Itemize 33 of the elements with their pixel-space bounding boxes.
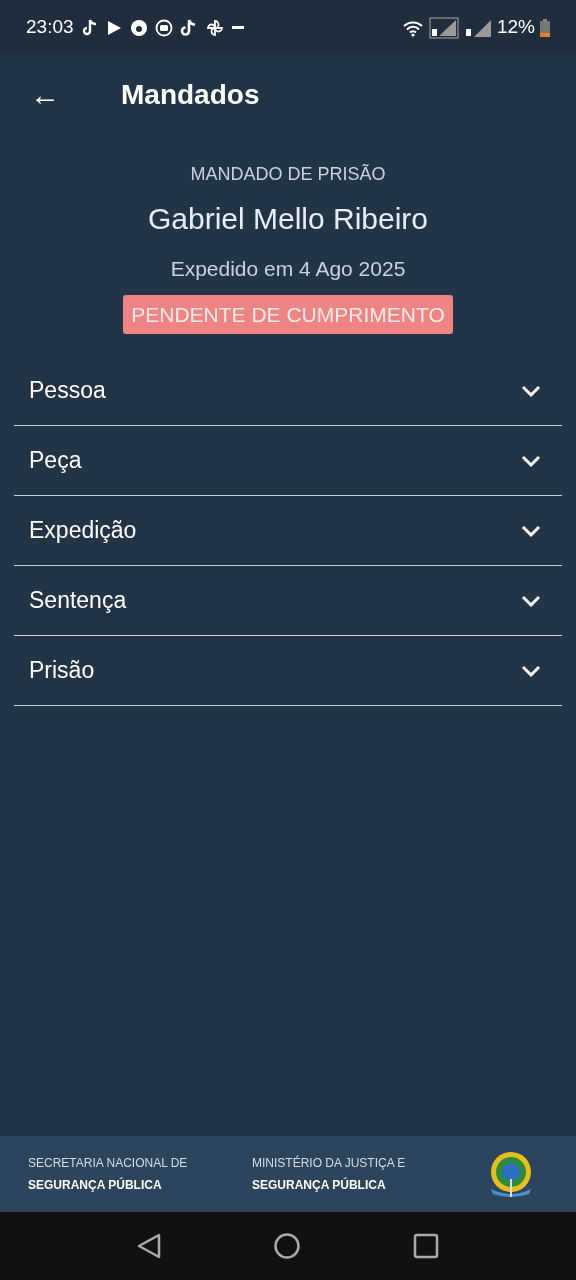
status-time: 23:03 <box>26 15 74 40</box>
issue-date: Expedido em 4 Ago 2025 <box>170 256 406 282</box>
accordion-section[interactable]: Pessoa <box>14 356 562 426</box>
signal-icon <box>428 16 459 39</box>
person-name: Gabriel Mello Ribeiro <box>147 201 429 237</box>
accordion-section[interactable]: Expedição <box>14 496 562 566</box>
app-notification-icon <box>154 18 173 37</box>
footer-text: MINISTÉRIO DA JUSTIÇA E <box>252 1154 407 1172</box>
chevron-down-icon <box>520 593 542 608</box>
home-nav-icon[interactable] <box>273 1232 301 1260</box>
accordion-section[interactable]: Peça <box>14 426 562 496</box>
back-button[interactable]: ← <box>30 80 60 110</box>
screen-title: Mandados <box>121 78 260 112</box>
app-notification-icon <box>129 18 148 37</box>
footer-text: SEGURANÇA PÚBLICA <box>28 1176 163 1194</box>
chevron-down-icon <box>520 663 542 678</box>
chevron-down-icon <box>520 453 542 468</box>
recents-nav-icon[interactable] <box>412 1232 441 1260</box>
battery-percent: 12% <box>496 15 535 40</box>
back-nav-icon[interactable] <box>135 1232 162 1260</box>
battery-icon <box>540 18 550 37</box>
wifi-icon <box>401 18 424 37</box>
footer-text: SEGURANÇA PÚBLICA <box>252 1176 387 1194</box>
accordion-section[interactable]: Prisão <box>14 636 562 706</box>
chevron-down-icon <box>520 383 542 398</box>
footer-text: SECRETARIA NACIONAL DE <box>28 1155 189 1172</box>
status-badge: PENDENTE DE CUMPRIMENTO <box>123 294 453 334</box>
app-notification-icon <box>81 18 98 37</box>
app-notification-icon <box>179 17 198 38</box>
pinwheel-icon <box>204 17 225 38</box>
chevron-down-icon <box>520 523 542 538</box>
warrant-type: MANDADO DE PRISÃO <box>190 163 386 186</box>
accordion-section[interactable]: Sentença <box>14 566 562 636</box>
